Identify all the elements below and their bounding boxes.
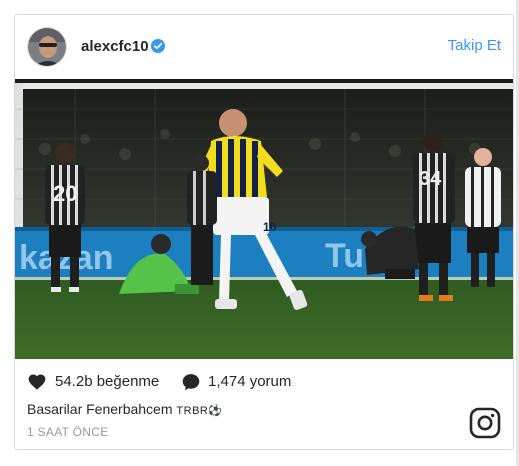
jersey-number-10: 10 bbox=[263, 220, 277, 234]
speech-bubble-icon[interactable] bbox=[181, 372, 201, 392]
avatar[interactable] bbox=[27, 27, 67, 67]
caption-text: Basarilar Fenerbahcem bbox=[27, 401, 177, 417]
likes-count[interactable]: 54.2b beğenme bbox=[55, 373, 159, 390]
jersey-number-20: 20 bbox=[53, 181, 77, 206]
jersey-number-34: 34 bbox=[419, 168, 442, 190]
post-header: alexcfc10 Takip Et bbox=[15, 15, 513, 79]
post-photo[interactable]: kazan Turk 20 10 34 bbox=[15, 79, 513, 359]
comments-count[interactable]: 1,474 yorum bbox=[208, 373, 291, 390]
instagram-icon[interactable] bbox=[469, 407, 501, 439]
heart-icon[interactable] bbox=[27, 372, 47, 392]
verified-badge-icon bbox=[151, 39, 165, 53]
background-player bbox=[187, 155, 217, 285]
post-timestamp[interactable]: 1 SAAT ÖNCE bbox=[27, 425, 109, 439]
follow-button[interactable]: Takip Et bbox=[448, 37, 501, 54]
post-actions: 54.2b beğenme 1,474 yorum bbox=[27, 371, 497, 395]
post-caption: Basarilar Fenerbahcem TRBR⚽ bbox=[27, 401, 223, 417]
crouching-player bbox=[361, 226, 419, 279]
instagram-post-card: alexcfc10 Takip Et kazan Turk 20 10 34 5… bbox=[14, 14, 514, 450]
caption-tag: TRBR⚽ bbox=[176, 405, 223, 417]
username[interactable]: alexcfc10 bbox=[81, 38, 149, 55]
